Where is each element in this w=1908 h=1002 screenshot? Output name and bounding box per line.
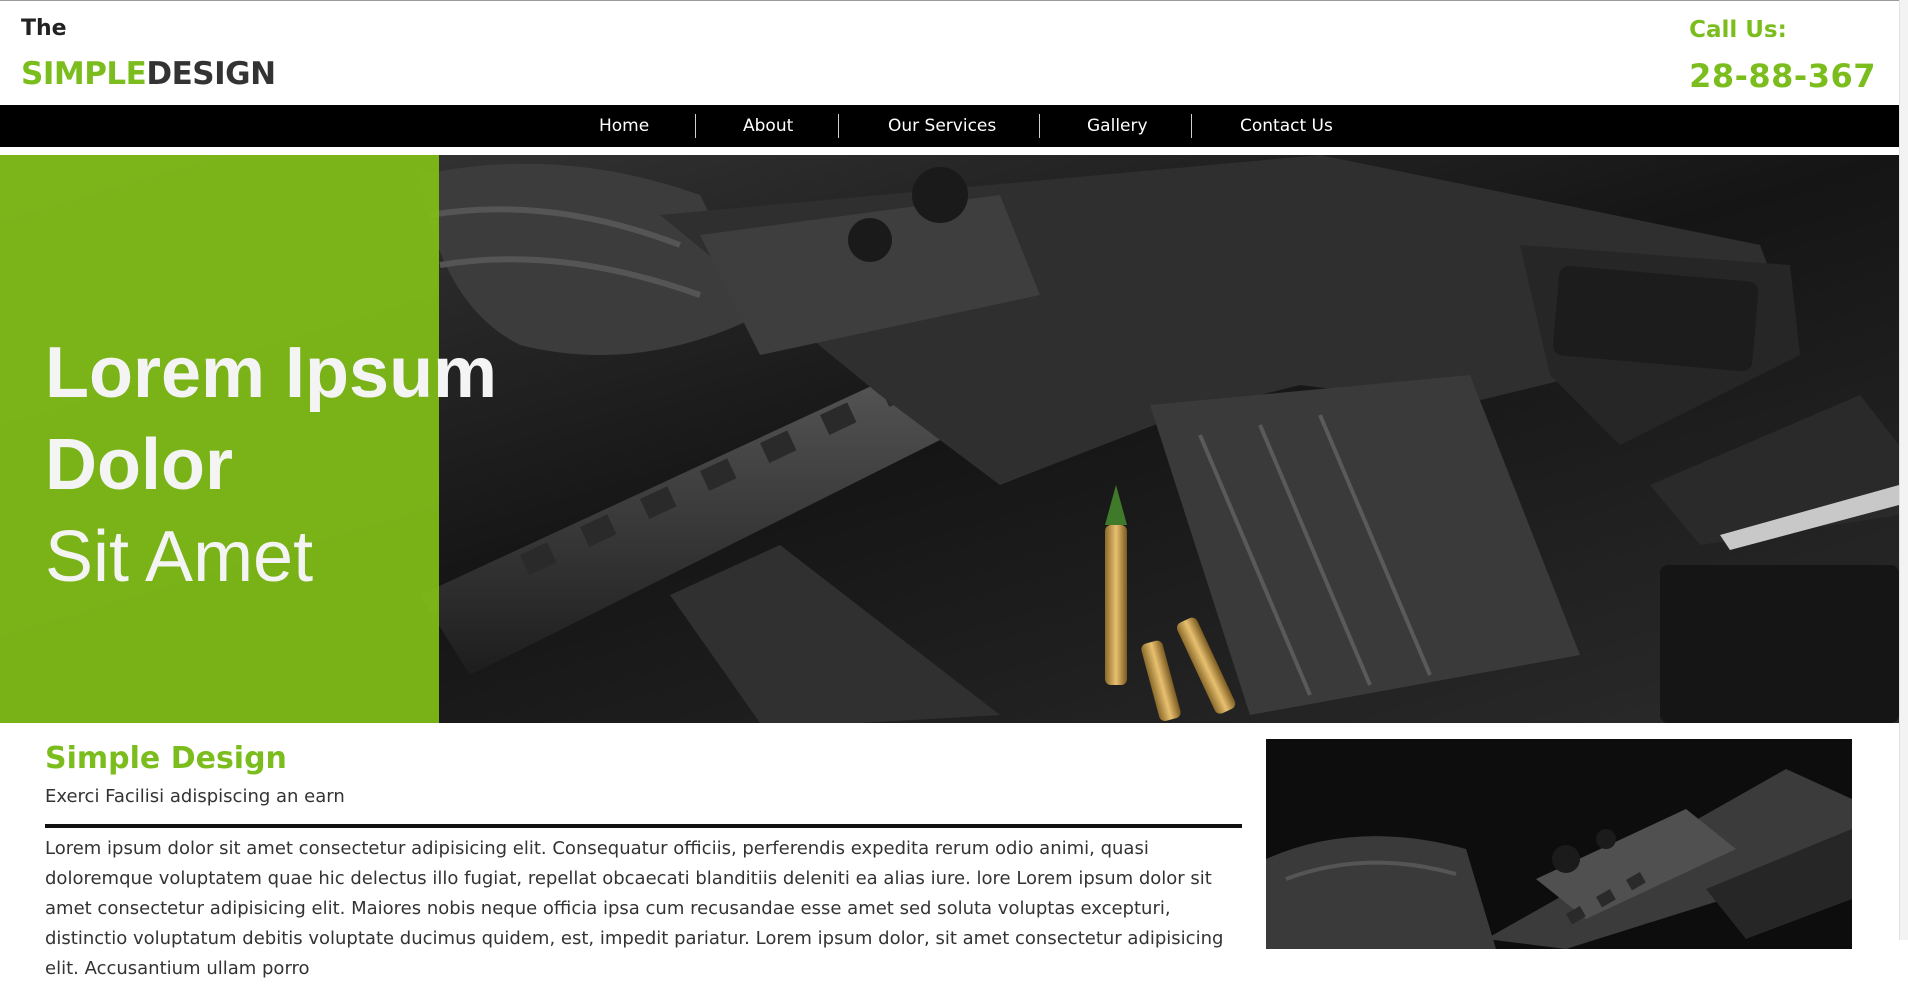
logo-the-text: The [21, 16, 67, 41]
section-body-text: Lorem ipsum dolor sit amet consectetur a… [45, 838, 1224, 979]
nav-item-our-services[interactable]: Our Services [888, 105, 996, 147]
nav-divider [1039, 114, 1040, 138]
section-subtitle: Exerci Facilisi adispiscing an earn [45, 786, 345, 807]
nav-item-home[interactable]: Home [599, 105, 649, 147]
hero-banner: Lorem Ipsum Dolor Sit Amet [0, 155, 1899, 723]
section-title: Simple Design [45, 741, 287, 776]
phone-number[interactable]: 28-88-367 [1689, 56, 1876, 96]
logo-wordmark: SIMPLEDESIGN [21, 54, 276, 94]
call-us-label: Call Us: [1689, 17, 1787, 43]
window-top-border [0, 0, 1908, 1]
logo-design-text: DESIGN [146, 56, 276, 92]
site-logo[interactable]: The SIMPLEDESIGN [21, 14, 276, 94]
nav-divider [838, 114, 839, 138]
hero-line-1: Lorem Ipsum [45, 333, 498, 413]
hero-line-3: Sit Amet [45, 517, 314, 597]
call-us-block: Call Us: 28-88-367 [1689, 14, 1876, 96]
main-nav: Home About Our Services Gallery Contact … [0, 105, 1899, 147]
vertical-scrollbar[interactable] [1899, 0, 1908, 940]
nav-item-contact-us[interactable]: Contact Us [1240, 105, 1333, 147]
section-divider [45, 824, 1242, 828]
logo-simple-text: SIMPLE [21, 56, 147, 92]
hero-line-2: Dolor [45, 425, 233, 505]
nav-list: Home About Our Services Gallery Contact … [0, 105, 1899, 147]
nav-item-gallery[interactable]: Gallery [1087, 105, 1148, 147]
nav-divider [1191, 114, 1192, 138]
main-content: Simple Design Exerci Facilisi adispiscin… [45, 738, 1242, 1002]
hero-heading: Lorem Ipsum Dolor Sit Amet [45, 327, 497, 603]
nav-item-about[interactable]: About [743, 105, 793, 147]
side-rifle-image [1266, 739, 1852, 949]
nav-divider [695, 114, 696, 138]
